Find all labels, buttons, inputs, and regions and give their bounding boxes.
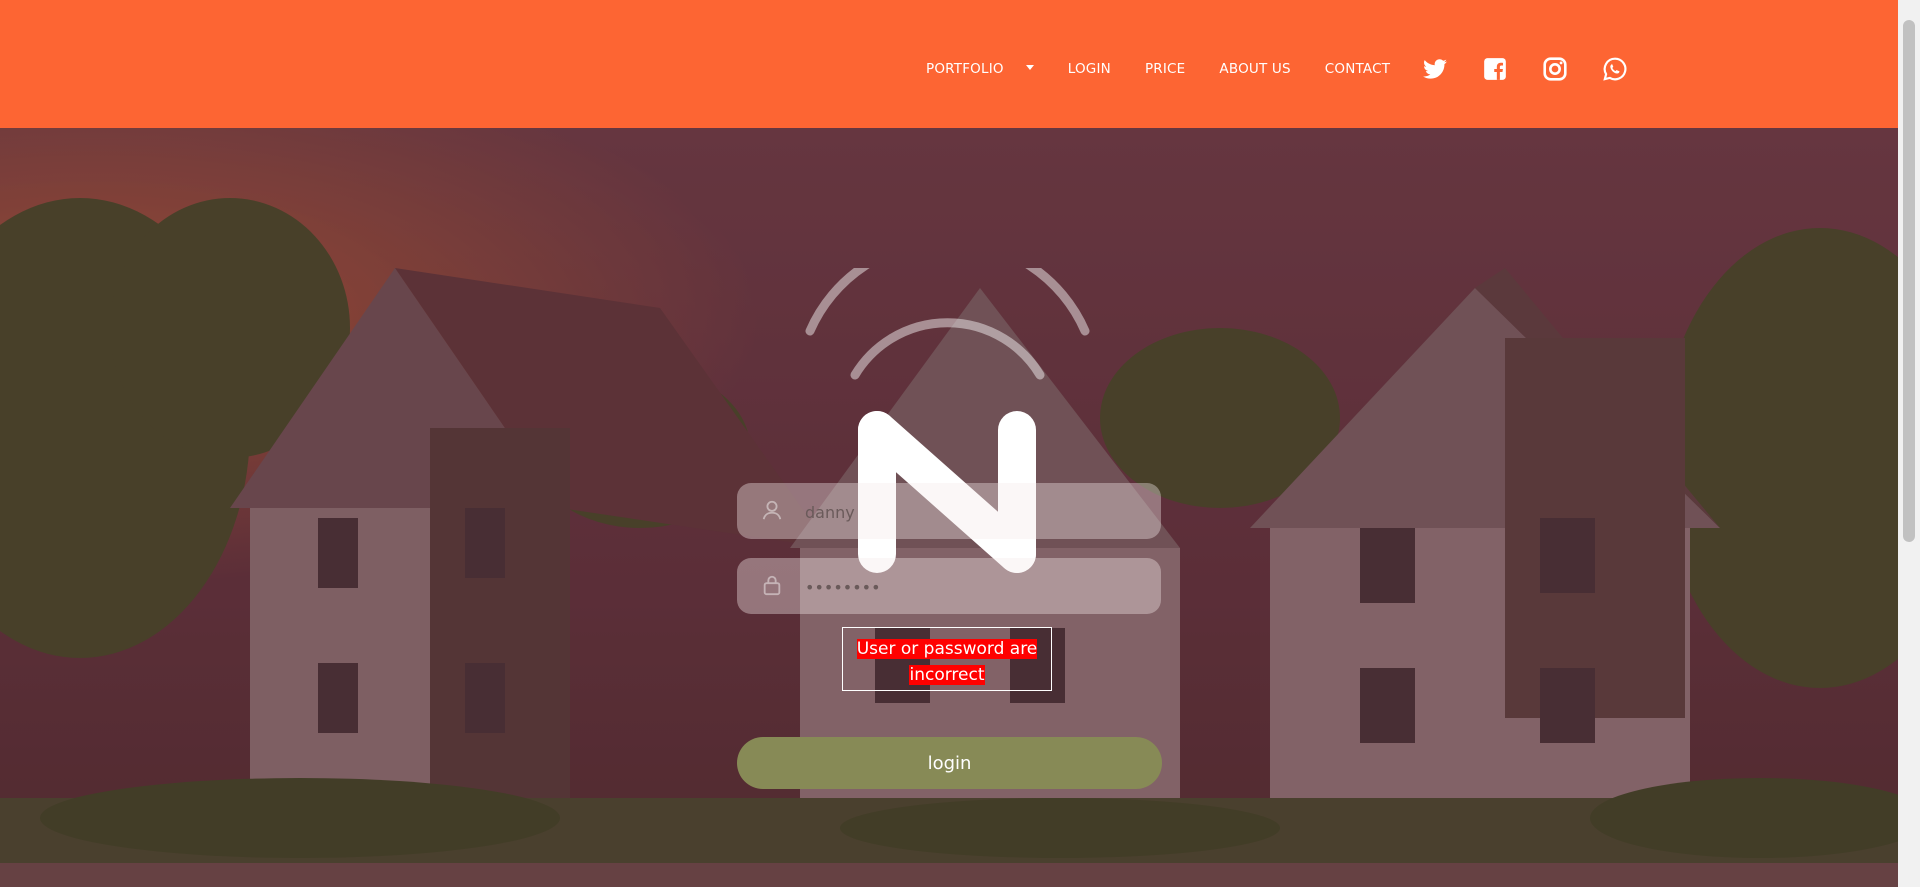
scrollbar-thumb[interactable] bbox=[1903, 20, 1915, 542]
username-field bbox=[737, 483, 1161, 541]
password-field bbox=[737, 558, 1161, 616]
whatsapp-icon[interactable] bbox=[1602, 56, 1628, 82]
login-button[interactable]: login bbox=[737, 737, 1162, 789]
top-navigation-bar: PORTFOLIO LOGIN PRICE ABOUT US CONTACT bbox=[0, 0, 1898, 128]
nav-contact[interactable]: CONTACT bbox=[1325, 61, 1390, 77]
main-nav: PORTFOLIO LOGIN PRICE ABOUT US CONTACT bbox=[926, 58, 1424, 80]
nav-portfolio[interactable]: PORTFOLIO bbox=[926, 61, 1034, 77]
error-message-box: User or password are incorrect bbox=[842, 627, 1052, 691]
error-message: User or password are incorrect bbox=[856, 639, 1038, 685]
nav-login[interactable]: LOGIN bbox=[1068, 61, 1111, 77]
username-input[interactable] bbox=[803, 483, 1137, 541]
nav-portfolio-label: PORTFOLIO bbox=[926, 61, 1004, 77]
password-input[interactable] bbox=[803, 558, 1137, 616]
hero-section: User or password are incorrect login bbox=[0, 128, 1898, 887]
page-scrollbar[interactable] bbox=[1898, 0, 1920, 887]
brand-logo-icon bbox=[805, 268, 1090, 573]
facebook-icon[interactable] bbox=[1482, 56, 1508, 82]
nav-price[interactable]: PRICE bbox=[1145, 61, 1185, 77]
nav-about-us[interactable]: ABOUT US bbox=[1219, 61, 1290, 77]
twitter-icon[interactable] bbox=[1422, 56, 1448, 82]
lock-icon bbox=[763, 575, 781, 596]
chevron-down-icon[interactable] bbox=[1025, 64, 1034, 70]
user-icon bbox=[762, 500, 782, 520]
instagram-icon[interactable] bbox=[1542, 56, 1568, 82]
social-links bbox=[1422, 56, 1662, 82]
